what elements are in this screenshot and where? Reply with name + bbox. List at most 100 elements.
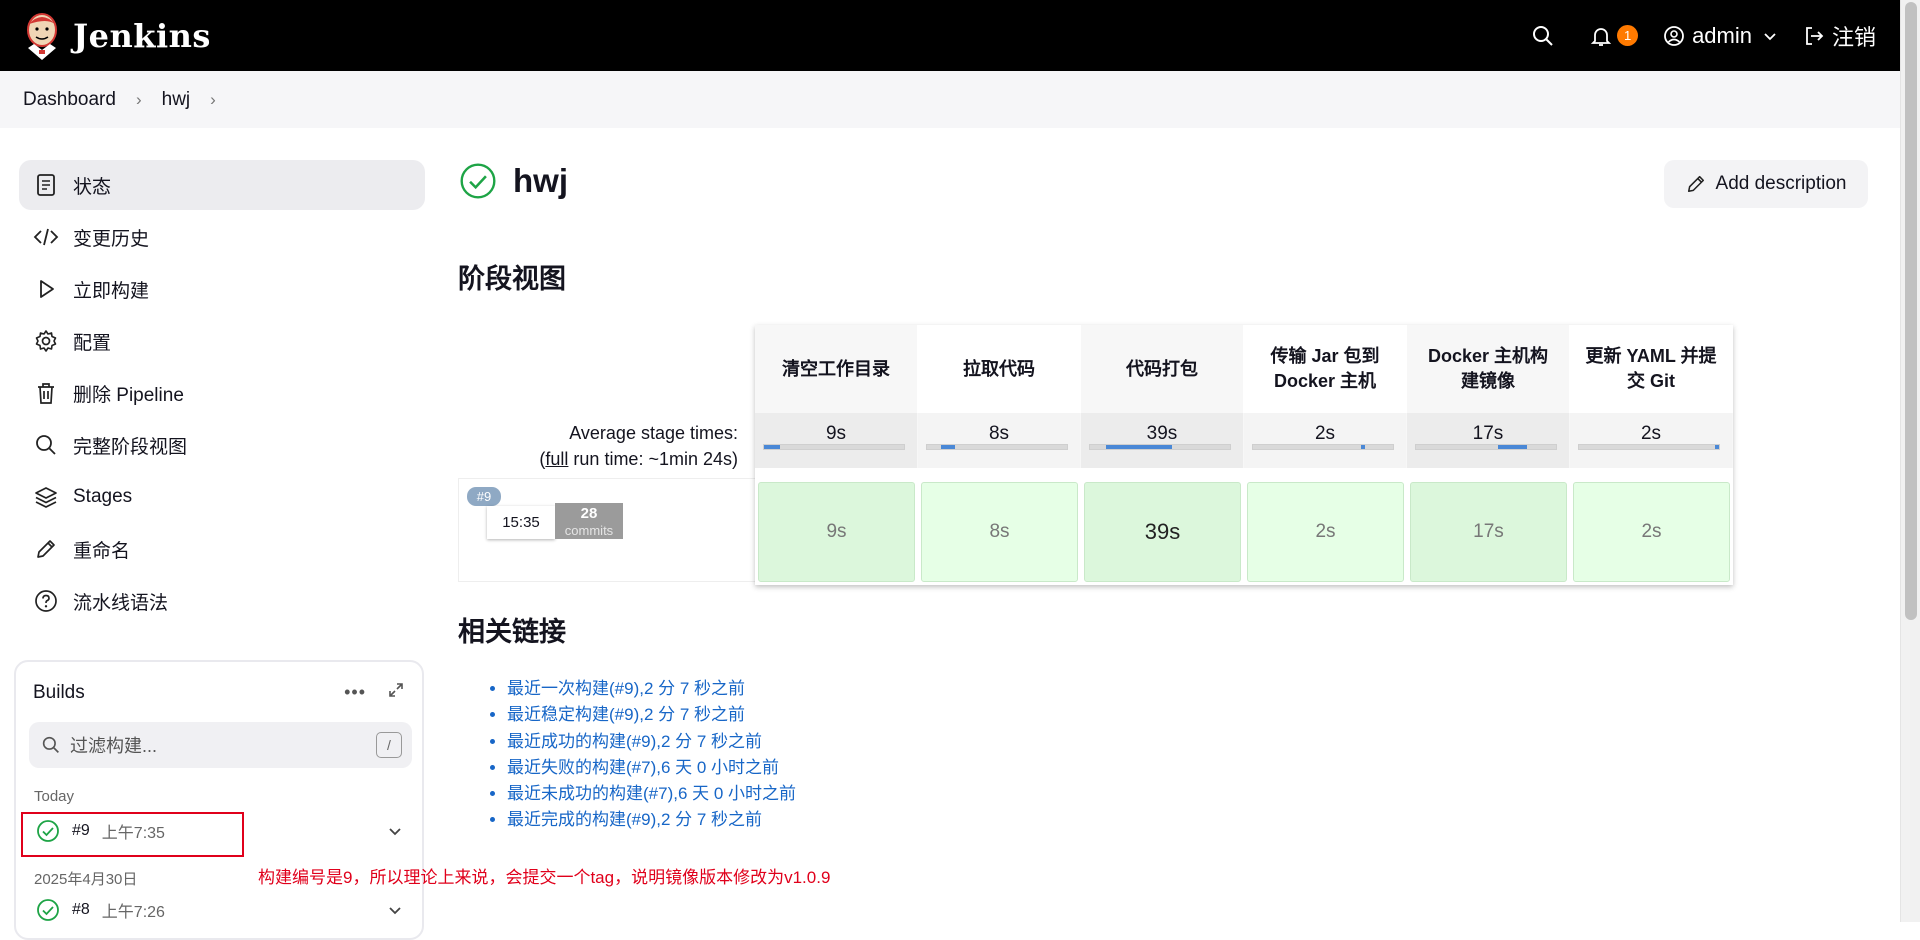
chevron-down-icon[interactable] [388,903,402,917]
sidebar-item-build-now[interactable]: 立即构建 [19,264,425,314]
commit-count: 28 [580,505,598,522]
expand-icon[interactable] [388,682,404,703]
bell-icon[interactable] [1589,24,1613,48]
stage-run-duration: 39s [1144,519,1181,544]
breadcrumb-job[interactable]: hwj [162,89,191,111]
build-number[interactable]: #8 [72,901,90,919]
page-title: hwj [459,162,568,200]
stage-name: 清空工作目录 [782,358,890,379]
related-link[interactable]: 最近完成的构建(#9),2 分 7 秒之前 [507,810,762,829]
build-row-8[interactable]: #8 上午7:26 [30,891,412,929]
stage-progress-fill [1715,445,1719,449]
page-scrollbar[interactable] [1900,0,1920,922]
user-avatar-icon[interactable] [1662,24,1686,48]
stage-run-cell[interactable]: 17s [1410,482,1567,582]
top-actions: 1 admin 注销 [1531,0,1876,71]
stage-progress-fill [764,445,780,449]
pencil-icon [33,536,59,562]
related-link[interactable]: 最近未成功的构建(#7),6 天 0 小时之前 [507,784,796,803]
breadcrumb-dashboard[interactable]: Dashboard [23,89,116,111]
search-icon [33,432,59,458]
related-link[interactable]: 最近失败的构建(#7),6 天 0 小时之前 [507,758,779,777]
layers-icon [33,484,59,510]
success-status-icon [37,899,59,921]
stage-header: 传输 Jar 包到 Docker 主机 [1244,325,1407,413]
stage-average-time: 9s [755,413,918,468]
stage-average-time: 2s [1244,413,1407,468]
full-run-time-link[interactable]: full [545,449,568,469]
stage-average-time: 39s [1081,413,1244,468]
sidebar-item-delete[interactable]: 删除 Pipeline [19,368,425,418]
sidebar-item-full-stage-view[interactable]: 完整阶段视图 [19,420,425,470]
sidebar-item-pipeline-syntax[interactable]: 流水线语法 [19,576,425,626]
stage-name: 代码打包 [1126,358,1198,379]
stage-run-cell[interactable]: 2s [1247,482,1404,582]
chevron-right-icon[interactable]: › [210,90,216,110]
sidebar-item-label: 状态 [73,176,112,198]
related-link[interactable]: 最近成功的构建(#9),2 分 7 秒之前 [507,732,762,751]
stage-view-heading: 阶段视图 [458,264,566,294]
stage-average-value: 17s [1472,423,1504,444]
stage-header: 清空工作目录 [755,325,918,413]
sidebar-item-label: 重命名 [73,540,131,562]
run-commits[interactable]: 28 commits [555,503,623,539]
sidebar-item-changes[interactable]: 变更历史 [19,212,425,262]
chevron-down-icon[interactable] [1758,24,1782,48]
sidebar-item-rename[interactable]: 重命名 [19,524,425,574]
user-menu[interactable]: admin [1692,23,1752,49]
stage-run-duration: 2s [1315,521,1336,542]
sidebar-item-configure[interactable]: 配置 [19,316,425,366]
scrollbar-thumb[interactable] [1905,2,1917,620]
stage-run-cell[interactable]: 2s [1573,482,1730,582]
jenkins-butler-icon [27,12,57,60]
build-group-label: 2025年4月30日 [34,871,138,888]
sidebar-item-label: 完整阶段视图 [73,436,188,458]
add-description-label: Add description [1715,173,1847,194]
search-icon[interactable] [1531,24,1555,48]
logout-icon[interactable] [1802,24,1826,48]
build-time: 上午7:26 [101,904,165,921]
search-icon [42,736,59,753]
stage-run-duration: 2s [1641,521,1662,542]
stage-run-cell[interactable]: 9s [758,482,915,582]
sidebar-item-label: 立即构建 [73,280,150,302]
related-link[interactable]: 最近稳定构建(#9),2 分 7 秒之前 [507,705,745,724]
stage-progress-fill [1361,445,1365,449]
stage-name: 传输 Jar 包到 Docker 主机 [1270,346,1380,391]
related-link-item: 最近一次构建(#9),2 分 7 秒之前 [507,676,796,702]
breadcrumb: Dashboard › hwj › [0,71,1900,128]
jenkins-logo[interactable]: Jenkins [22,12,211,60]
add-description-button[interactable]: Add description [1664,160,1868,208]
stage-average-time: 17s [1407,413,1570,468]
run-number-badge[interactable]: #9 [467,487,501,506]
notification-badge[interactable]: 1 [1617,25,1639,46]
sidebar-item-stages[interactable]: Stages [19,472,425,522]
stage-run-row[interactable]: #9 15:35 28 commits [458,478,755,582]
stage-average-value: 39s [1146,423,1178,444]
stage-progress-bar [1089,444,1231,450]
stage-run-cell[interactable]: 8s [921,482,1078,582]
builds-title: Builds [33,682,85,703]
commit-count-label: commits [564,523,614,538]
sidebar: 状态 变更历史 立即构建 配置 删除 Pipeline 完整阶段视图 Stage… [19,160,425,628]
play-icon [33,276,59,302]
stage-run-duration: 8s [989,521,1010,542]
build-group-label: Today [34,788,75,805]
stage-header: Docker 主机构建镜像 [1407,325,1570,413]
logout-link[interactable]: 注销 [1832,20,1876,52]
stage-average-value: 2s [1640,423,1662,444]
stage-run-duration: 17s [1473,521,1504,542]
sidebar-item-label: 变更历史 [73,228,150,250]
build-filter-input[interactable]: 过滤构建... / [29,722,412,768]
pencil-icon [1686,174,1706,194]
average-stage-times-label: Average stage times: (full run time: ~1m… [458,420,738,472]
related-link[interactable]: 最近一次构建(#9),2 分 7 秒之前 [507,679,745,698]
chevron-down-icon[interactable] [388,824,402,838]
stage-header: 拉取代码 [918,325,1081,413]
stage-progress-fill [1106,445,1172,449]
more-options-icon[interactable]: ••• [344,682,366,703]
sidebar-item-status[interactable]: 状态 [19,160,425,210]
stage-run-cell[interactable]: 39s [1084,482,1241,582]
top-bar: Jenkins 1 admin 注销 [0,0,1900,71]
help-icon [33,588,59,614]
